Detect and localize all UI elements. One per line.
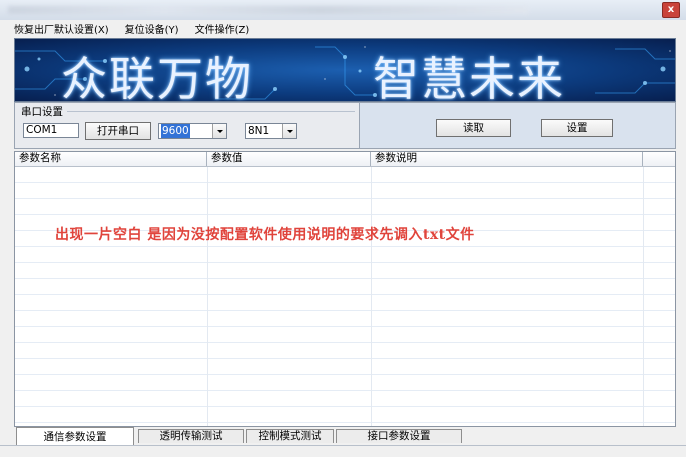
serial-group-label: 串口设置 <box>21 106 63 118</box>
column-header-description[interactable]: 参数说明 <box>371 152 643 166</box>
action-panel: 读取 设置 <box>360 102 676 149</box>
baud-rate-select[interactable]: 9600 <box>158 123 227 139</box>
chevron-down-icon[interactable] <box>212 124 226 138</box>
set-button[interactable]: 设置 <box>541 119 613 137</box>
tab-transparent-test[interactable]: 透明传输测试 <box>138 429 244 443</box>
column-header-name[interactable]: 参数名称 <box>15 152 207 166</box>
parameter-table[interactable]: 参数名称 参数值 参数说明 出现一片空白 是因为没按配置软件使用说明的要求先调入… <box>14 151 676 427</box>
tab-bar: 通信参数设置 透明传输测试 控制模式测试 接口参数设置 <box>14 427 676 445</box>
status-strip <box>0 445 686 457</box>
data-format-value: 8N1 <box>248 125 270 137</box>
group-divider <box>67 111 355 112</box>
data-format-select[interactable]: 8N1 <box>245 123 297 139</box>
tab-comm-params[interactable]: 通信参数设置 <box>16 427 134 445</box>
port-field[interactable]: COM1 <box>23 123 79 138</box>
menu-bar: 恢复出厂默认设置(X) 复位设备(Y) 文件操作(Z) <box>0 20 686 37</box>
column-divider <box>643 167 644 426</box>
banner-slogan-left: 众联万物 <box>61 52 253 102</box>
tab-interface-params[interactable]: 接口参数设置 <box>336 429 462 443</box>
tab-control-mode-test[interactable]: 控制模式测试 <box>246 429 334 443</box>
column-divider <box>371 167 372 426</box>
column-header-value[interactable]: 参数值 <box>207 152 371 166</box>
title-bar-blurred-text <box>8 6 528 14</box>
banner-slogan-right: 智慧未来 <box>373 52 565 102</box>
close-icon: x <box>667 4 675 15</box>
menu-item-factory-reset[interactable]: 恢复出厂默认设置(X) <box>14 21 109 36</box>
chevron-down-icon[interactable] <box>282 124 296 138</box>
empty-table-message: 出现一片空白 是因为没按配置软件使用说明的要求先调入txt文件 <box>55 227 475 243</box>
serial-settings-group: 串口设置 COM1 打开串口 9600 8N1 <box>14 102 360 149</box>
banner-image: 众联万物 智慧未来 <box>14 38 676 102</box>
table-header: 参数名称 参数值 参数说明 <box>15 152 675 167</box>
read-button[interactable]: 读取 <box>436 119 511 137</box>
menu-item-file-ops[interactable]: 文件操作(Z) <box>195 21 250 36</box>
close-button[interactable]: x <box>662 2 680 18</box>
app-window: x 恢复出厂默认设置(X) 复位设备(Y) 文件操作(Z) 众联万物 智慧未来 … <box>0 0 686 457</box>
baud-rate-value: 9600 <box>161 124 190 138</box>
menu-item-reset-device[interactable]: 复位设备(Y) <box>125 21 179 36</box>
open-port-button[interactable]: 打开串口 <box>85 122 151 140</box>
table-grid <box>15 167 675 426</box>
title-bar: x <box>0 0 686 20</box>
column-divider <box>207 167 208 426</box>
